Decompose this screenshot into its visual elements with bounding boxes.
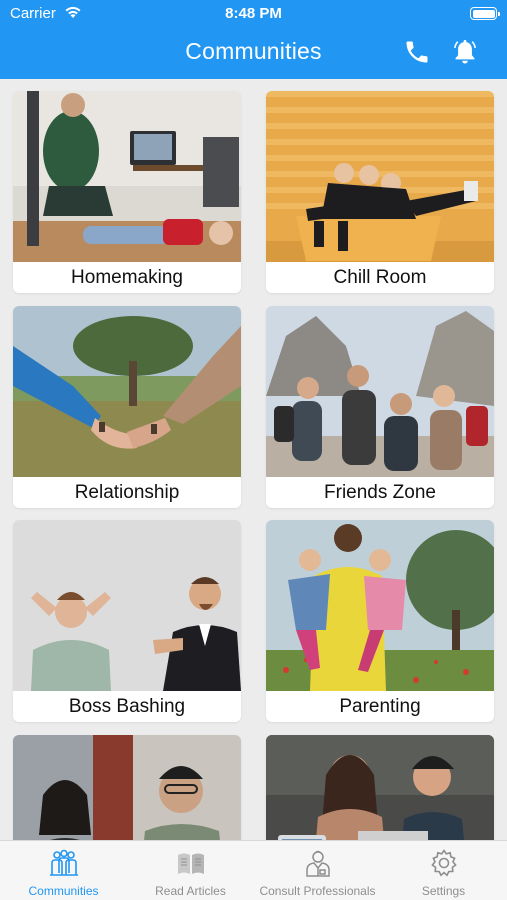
card-label: Homemaking [71, 267, 183, 288]
card-label: Friends Zone [324, 482, 436, 503]
bell-icon[interactable] [451, 37, 479, 67]
communities-grid: Homemaking Chill Room Relationship Frien… [0, 79, 507, 840]
gear-icon [430, 849, 457, 877]
navigation-bar: Carrier 8:48 PM Communities [0, 0, 507, 79]
book-icon [177, 853, 204, 874]
tab-settings[interactable]: Settings [380, 841, 507, 900]
community-card-friends-zone[interactable]: Friends Zone [266, 306, 494, 508]
parenting-photo [266, 520, 494, 691]
card-label: Chill Room [333, 267, 427, 288]
tab-read-articles[interactable]: Read Articles [127, 841, 254, 900]
tab-label: Read Articles [155, 884, 226, 898]
status-bar: Carrier 8:48 PM [0, 0, 507, 28]
friends-zone-photo [266, 306, 494, 477]
battery-icon [470, 7, 500, 20]
relationship-photo [13, 306, 241, 477]
community-card-8[interactable] [266, 735, 494, 840]
boss-bashing-photo [13, 520, 241, 691]
community-card-boss-bashing[interactable]: Boss Bashing [13, 520, 241, 722]
chill-room-photo [266, 91, 494, 262]
tab-communities[interactable]: Communities [0, 841, 127, 900]
professional-icon [305, 850, 330, 877]
community-card-homemaking[interactable]: Homemaking [13, 91, 241, 293]
tab-label: Settings [421, 884, 466, 898]
community-photo [266, 735, 494, 840]
community-card-chill-room[interactable]: Chill Room [266, 91, 494, 293]
community-card-parenting[interactable]: Parenting [266, 520, 494, 722]
community-card-7[interactable] [13, 735, 241, 840]
tab-label: Communities [28, 884, 99, 898]
card-label: Boss Bashing [68, 696, 186, 717]
tab-label: Consult Professionals [259, 884, 376, 898]
homemaking-photo [13, 91, 241, 262]
card-label: Relationship [74, 482, 180, 503]
phone-icon[interactable] [403, 38, 431, 66]
status-time: 8:48 PM [225, 5, 282, 22]
tab-consult-professionals[interactable]: Consult Professionals [254, 841, 381, 900]
community-photo [13, 735, 241, 840]
people-icon [49, 849, 78, 876]
card-label: Parenting [339, 696, 421, 717]
tab-bar: Communities Read Articles Consult Profes… [0, 840, 507, 900]
community-card-relationship[interactable]: Relationship [13, 306, 241, 508]
